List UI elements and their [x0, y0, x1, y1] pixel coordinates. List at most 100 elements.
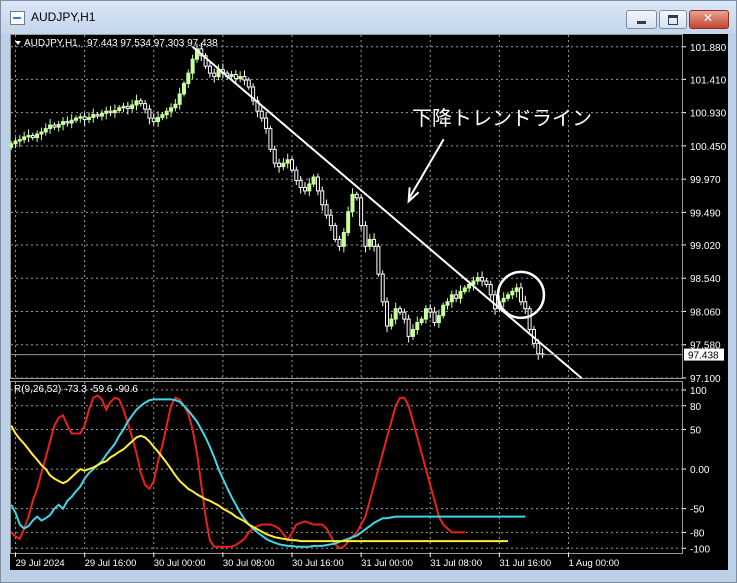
candle-body [354, 193, 359, 199]
candle-body [311, 176, 316, 185]
candle-body [26, 134, 31, 138]
price-symbol-label: AUDJPY,H1, [24, 38, 81, 49]
price-tick-label: 101.410 [690, 75, 727, 86]
candle-body [35, 133, 40, 139]
time-tick-label: 29 Jul 2024 [16, 558, 65, 569]
candle-body [294, 169, 299, 182]
candle-body [367, 238, 372, 247]
candle-body [518, 287, 523, 303]
candle-body [285, 159, 290, 164]
candle-body [91, 114, 96, 118]
candle-body [121, 105, 126, 109]
chart-window-icon [10, 11, 25, 25]
candle-body [259, 110, 264, 119]
candle-body [458, 290, 463, 299]
indicator-tick-label: 50 [690, 426, 702, 437]
title-bar[interactable]: AUDJPY,H1 [1, 1, 736, 34]
candle-body [17, 139, 22, 142]
chart-canvas[interactable]: 101.880 101.410 100.930 100.450 99.970 99.490… [10, 34, 728, 570]
indicator-tick-label: -50 [690, 505, 705, 516]
candle-body [104, 110, 109, 114]
candle-body [117, 107, 122, 112]
candle-body [43, 128, 48, 133]
candle-body [238, 76, 243, 80]
candle-body [177, 93, 182, 105]
price-tick-label: 99.970 [690, 175, 721, 186]
time-tick-label: 1 Aug 00:00 [568, 558, 619, 569]
candle-body [246, 79, 251, 88]
close-button[interactable] [689, 10, 729, 29]
candle-body [527, 308, 532, 330]
candle-body [130, 104, 135, 109]
candle-body [449, 294, 454, 303]
candle-body [346, 211, 351, 233]
time-tick-label: 29 Jul 16:00 [85, 558, 137, 569]
price-tick-label: 97.100 [690, 374, 721, 385]
candle-body [320, 190, 325, 206]
price-tick-label: 99.490 [690, 208, 721, 219]
candle-body [389, 318, 394, 327]
candle-body [151, 117, 156, 123]
candle-body [207, 65, 212, 74]
candle-body [242, 76, 247, 81]
candle-body [298, 180, 303, 188]
candle-body [467, 283, 472, 289]
candle-body [501, 297, 506, 303]
candle-body [380, 273, 385, 303]
indicator-tick-label: -80 [690, 528, 705, 539]
candle-body [290, 159, 294, 171]
candle-body [74, 117, 78, 121]
current-price-label: 97.438 [688, 351, 719, 362]
candle-body [10, 143, 14, 148]
candle-body [441, 304, 446, 317]
candle-body [112, 110, 117, 114]
time-tick-label: 31 Jul 16:00 [499, 558, 551, 569]
candle-body [277, 162, 282, 168]
candle-body [99, 112, 104, 117]
candle-body [393, 308, 398, 320]
candle-body [268, 128, 273, 150]
candle-body [125, 105, 130, 109]
candle-body [514, 287, 519, 292]
candle-body [212, 72, 217, 78]
candle-body [160, 114, 165, 118]
candle-body [510, 290, 515, 296]
candle-body [143, 103, 148, 110]
candle-body [229, 73, 234, 78]
price-tick-label: 100.930 [690, 109, 727, 120]
candle-body [86, 116, 91, 121]
candle-body [22, 136, 27, 141]
candle-body [39, 131, 44, 135]
candle-body [415, 322, 420, 330]
candle-body [82, 116, 87, 121]
candle-body [462, 287, 467, 292]
candle-body [488, 283, 493, 296]
candle-body [147, 108, 152, 119]
candle-body [56, 123, 61, 128]
price-tick-label: 101.880 [690, 43, 727, 54]
candle-body [428, 308, 433, 313]
candle-body [69, 119, 74, 124]
candle-body [372, 238, 377, 247]
candle-body [302, 186, 307, 192]
candle-body [410, 328, 415, 337]
candle-body [52, 124, 57, 128]
candle-body [164, 110, 169, 116]
candle-body [376, 245, 381, 275]
candle-body [48, 124, 53, 130]
candle-body [423, 308, 428, 320]
maximize-button[interactable] [659, 10, 687, 29]
candle-body [398, 308, 402, 313]
candle-body [264, 117, 269, 130]
candle-body [173, 103, 178, 109]
candle-body [493, 294, 498, 310]
candle-body [484, 280, 489, 285]
candle-body [233, 73, 238, 80]
indicator-label: R(9,26,52) -73.3 -59.6 -90.6 [14, 384, 138, 395]
candle-body [30, 134, 35, 139]
candle-body [419, 318, 424, 324]
candle-body [436, 315, 441, 324]
minimize-button[interactable] [626, 10, 657, 29]
candle-body [359, 197, 364, 227]
candle-body [385, 301, 390, 327]
